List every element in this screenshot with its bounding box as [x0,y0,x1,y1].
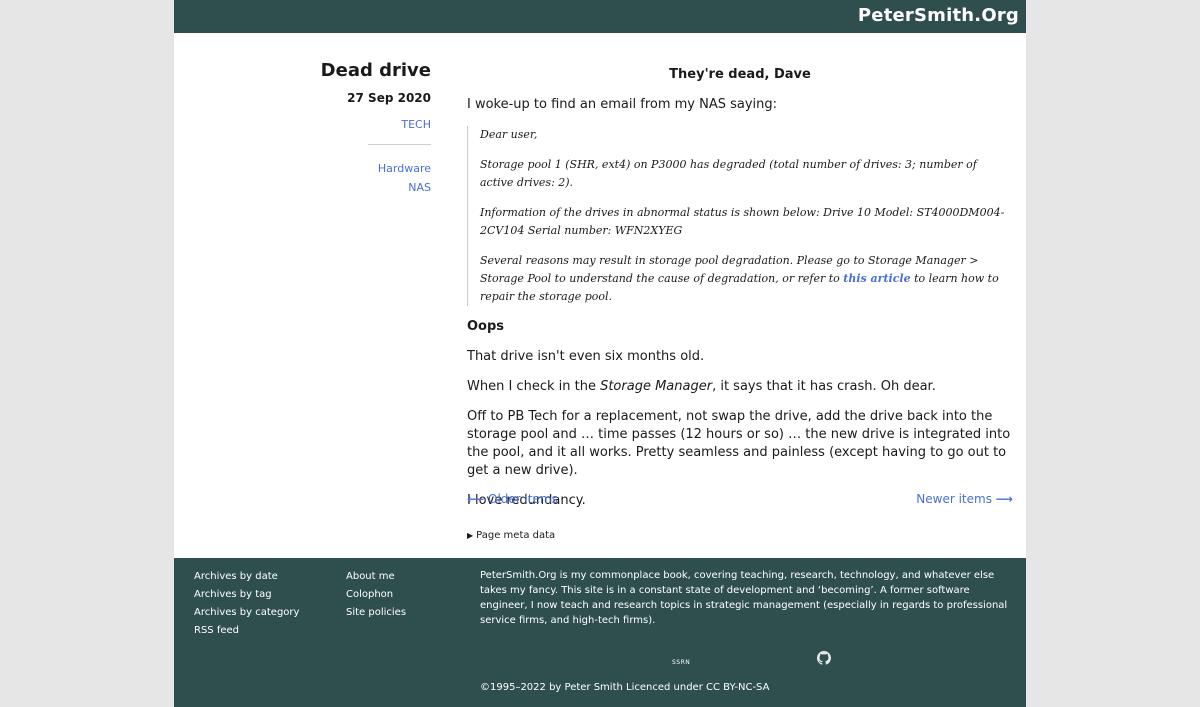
older-items-label: Older items [488,492,558,506]
newer-items-label: Newer items [916,492,992,506]
category-link[interactable]: TECH [174,118,431,131]
paragraph-2: When I check in the Storage Manager, it … [467,378,1013,396]
arrow-right-icon: ⟶ [995,492,1013,506]
section-heading-oops: Oops [467,319,505,334]
github-icon-glyph [817,651,831,665]
paragraph-2-after: , it says that it has crash. Oh dear. [712,379,936,394]
paragraph-3: Off to PB Tech for a replacement, not sw… [467,409,1011,478]
arrow-left-icon: ⟵ [467,492,485,506]
footer-archive-links: Archives by date Archives by tag Archive… [194,568,299,640]
newer-items-link[interactable]: Newer items ⟶ [916,492,1013,506]
paragraph-2-before: When I check in the [467,379,601,394]
colophon-link[interactable]: Colophon [346,586,406,604]
top-bar: PeterSmith.Org [174,0,1026,33]
post-date: 27 Sep 2020 [347,91,431,105]
intro-paragraph: I woke-up to find an email from my NAS s… [467,97,778,112]
site-title-link[interactable]: PeterSmith.Org [858,5,1019,26]
article-subtitle: They're dead, Dave [669,67,811,82]
page: PeterSmith.Org Dead drive 27 Sep 2020 TE… [174,0,1026,707]
older-items-link[interactable]: ⟵ Older items [467,492,558,506]
about-me-link[interactable]: About me [346,568,406,586]
meta-divider [368,144,431,145]
tag-link-nas[interactable]: NAS [174,178,431,197]
page-meta-label: Page meta data [476,530,556,541]
quote-line-2: Information of the drives in abnormal st… [480,206,1005,237]
page-meta-toggle[interactable]: ▶ Page meta data [467,530,555,541]
quote-greeting: Dear user, [480,128,538,141]
storage-manager-emphasis: Storage Manager [600,379,713,394]
site-policies-link[interactable]: Site policies [346,604,406,622]
disclosure-triangle-icon: ▶ [467,531,474,540]
email-quote: Dear user, Storage pool 1 (SHR, ext4) on… [467,126,1013,306]
footer-site-links: About me Colophon Site policies [346,568,406,622]
quote-line-1: Storage pool 1 (SHR, ext4) on P3000 has … [480,158,977,189]
quote-line-3: Several reasons may result in storage po… [480,252,1013,306]
paragraph-1: That drive isn't even six months old. [467,349,705,364]
ssrn-logo-link[interactable]: SSRN [672,654,690,672]
tag-link-hardware[interactable]: Hardware [174,159,431,178]
post-title: Dead drive [320,60,431,81]
archives-by-date-link[interactable]: Archives by date [194,568,299,586]
pager: ⟵ Older items Newer items ⟶ [467,492,1013,508]
footer: Archives by date Archives by tag Archive… [174,558,1026,707]
footer-description: PeterSmith.Org is my commonplace book, c… [480,570,1008,626]
rss-feed-link[interactable]: RSS feed [194,622,299,640]
archives-by-category-link[interactable]: Archives by category [194,604,299,622]
post-meta: Dead drive 27 Sep 2020 TECH Hardware NAS [174,60,431,197]
github-icon[interactable] [817,651,831,665]
article-body: They're dead, Dave I woke-up to find an … [467,66,1013,510]
archives-by-tag-link[interactable]: Archives by tag [194,586,299,604]
this-article-link[interactable]: this article [843,272,910,285]
copyright-notice: ©1995–2022 by Peter Smith Licenced under… [480,682,770,693]
